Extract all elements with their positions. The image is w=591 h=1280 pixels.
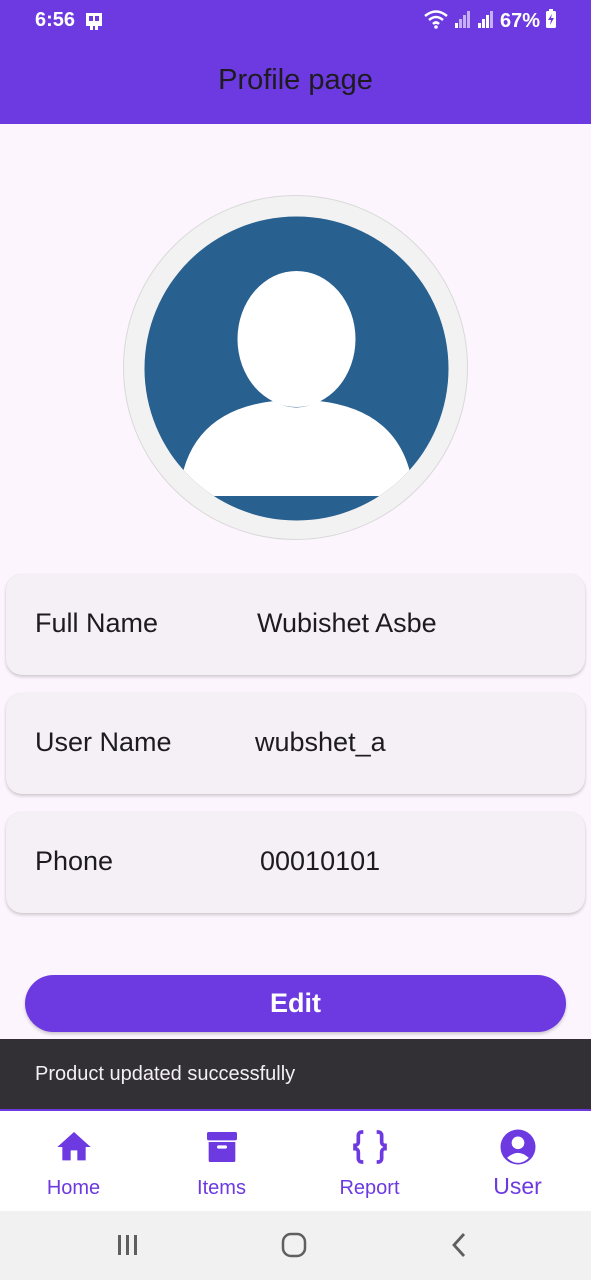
nav-label-home: Home <box>46 1177 101 1199</box>
status-time: 6:56 <box>35 9 76 31</box>
full-name-value: Wubishet Asbe <box>257 608 437 638</box>
back-icon[interactable] <box>450 1232 468 1258</box>
recents-icon[interactable] <box>116 1234 140 1256</box>
snackbar: Product updated successfully <box>0 1039 591 1109</box>
user-name-label: User Name <box>35 727 172 757</box>
nav-item-user[interactable]: User <box>444 1111 591 1211</box>
default-avatar-icon <box>144 216 449 521</box>
nav-label-items: Items <box>197 1177 246 1199</box>
signal-icon <box>477 9 495 34</box>
profile-avatar <box>123 195 468 540</box>
wifi-icon <box>423 9 449 34</box>
snackbar-message: Product updated successfully <box>35 1063 296 1085</box>
nav-item-items[interactable]: Items <box>148 1111 295 1211</box>
status-bar: 6:56 67% <box>0 0 591 42</box>
status-icons: 67% <box>423 9 557 34</box>
nav-label-report: Report <box>339 1177 400 1199</box>
signal-icon <box>454 9 472 34</box>
nav-item-report[interactable]: Report <box>296 1111 443 1211</box>
phone-label: Phone <box>35 846 114 876</box>
phone-value: 00010101 <box>260 846 381 876</box>
app-bar: Profile page <box>0 42 591 124</box>
user-name-value: wubshet_a <box>255 727 386 757</box>
full-name-label: Full Name <box>35 608 159 638</box>
full-name-card: Full Name Wubishet Asbe <box>6 574 585 675</box>
page-title: Profile page <box>218 64 373 96</box>
notification-icon <box>84 11 104 36</box>
archive-icon <box>207 1132 237 1162</box>
home-circle-icon[interactable] <box>281 1232 307 1258</box>
battery-charging-icon <box>545 9 557 34</box>
user-name-card: User Name wubshet_a <box>6 693 585 794</box>
phone-card: Phone 00010101 <box>6 812 585 913</box>
edit-button[interactable]: Edit <box>25 975 566 1032</box>
nav-label-user: User <box>493 1173 542 1199</box>
system-navigation-bar <box>0 1211 591 1280</box>
account-circle-icon <box>500 1129 536 1165</box>
home-icon <box>57 1132 91 1161</box>
bottom-navigation: Home Items Report User <box>0 1109 591 1211</box>
nav-item-home[interactable]: Home <box>0 1111 147 1211</box>
battery-level: 67% <box>499 10 540 32</box>
code-braces-icon <box>353 1130 387 1164</box>
